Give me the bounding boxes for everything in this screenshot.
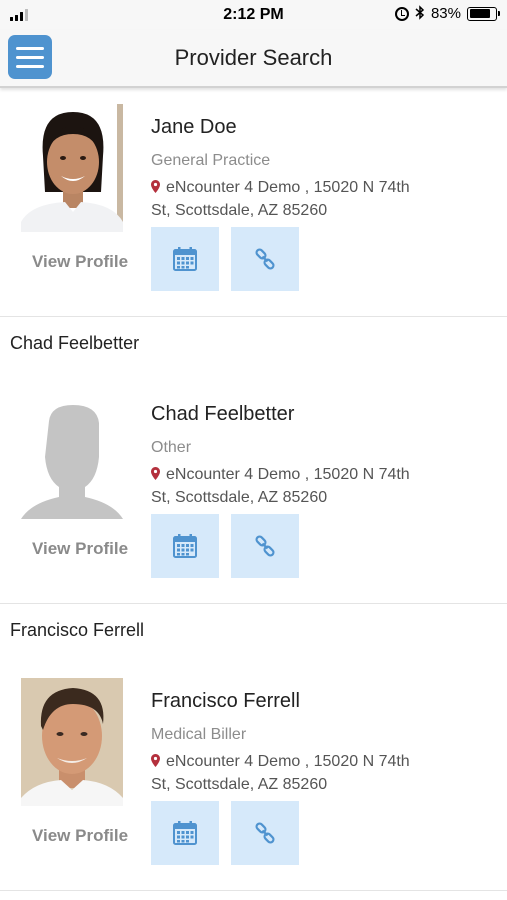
provider-card: Francisco Ferrell View Profile Francisco…: [0, 604, 507, 891]
battery-percent: 83%: [430, 5, 461, 22]
view-profile-link[interactable]: View Profile: [10, 826, 150, 846]
address-line-2: St, Scottsdale, AZ 85260: [151, 776, 328, 793]
link-provider-button[interactable]: [231, 514, 299, 578]
group-heading: Chad Feelbetter: [10, 333, 140, 353]
schedule-appointment-button[interactable]: [151, 227, 219, 291]
battery-level-fill: [469, 9, 491, 18]
location-pin-icon: [151, 754, 160, 767]
provider-address: eNcounter 4 Demo , 15020 N 74th St, Scot…: [151, 750, 451, 796]
provider-name: Chad Feelbetter: [151, 403, 295, 425]
provider-address: eNcounter 4 Demo , 15020 N 74th St, Scot…: [151, 463, 451, 509]
address-line-1: eNcounter 4 Demo , 15020 N 74th: [166, 753, 410, 770]
provider-card: Chad Feelbetter View Profile Chad Feelbe…: [0, 317, 507, 604]
schedule-appointment-button[interactable]: [151, 514, 219, 578]
page-title: Provider Search: [174, 45, 333, 70]
link-provider-button[interactable]: [231, 801, 299, 865]
battery-icon: [467, 6, 500, 21]
calendar-icon: [173, 821, 197, 845]
link-icon: [255, 248, 275, 270]
app-header: Provider Search: [0, 30, 507, 88]
bluetooth-icon: [415, 5, 425, 22]
address-line-1: eNcounter 4 Demo , 15020 N 74th: [166, 179, 410, 196]
link-icon: [255, 822, 275, 844]
provider-specialty: Other: [151, 439, 192, 456]
provider-name: Jane Doe: [151, 116, 237, 138]
link-icon: [255, 535, 275, 557]
provider-specialty: Medical Biller: [151, 726, 247, 743]
alarm-icon: [394, 6, 409, 21]
location-pin-icon: [151, 180, 160, 193]
provider-address: eNcounter 4 Demo , 15020 N 74th St, Scot…: [151, 176, 451, 222]
provider-card: View Profile Jane Doe General Practice e…: [0, 90, 507, 317]
provider-photo[interactable]: [21, 104, 123, 232]
link-provider-button[interactable]: [231, 227, 299, 291]
provider-photo[interactable]: [21, 391, 123, 519]
provider-photo[interactable]: [21, 678, 123, 806]
view-profile-link[interactable]: View Profile: [10, 539, 150, 559]
schedule-appointment-button[interactable]: [151, 801, 219, 865]
status-bar: 2:12 PM 83%: [0, 0, 507, 30]
provider-specialty: General Practice: [151, 152, 271, 169]
group-heading: Francisco Ferrell: [10, 620, 145, 640]
provider-name: Francisco Ferrell: [151, 690, 300, 712]
location-pin-icon: [151, 467, 160, 480]
view-profile-link[interactable]: View Profile: [10, 252, 150, 272]
calendar-icon: [173, 534, 197, 558]
address-line-1: eNcounter 4 Demo , 15020 N 74th: [166, 466, 410, 483]
address-line-2: St, Scottsdale, AZ 85260: [151, 489, 328, 506]
address-line-2: St, Scottsdale, AZ 85260: [151, 202, 328, 219]
calendar-icon: [173, 247, 197, 271]
